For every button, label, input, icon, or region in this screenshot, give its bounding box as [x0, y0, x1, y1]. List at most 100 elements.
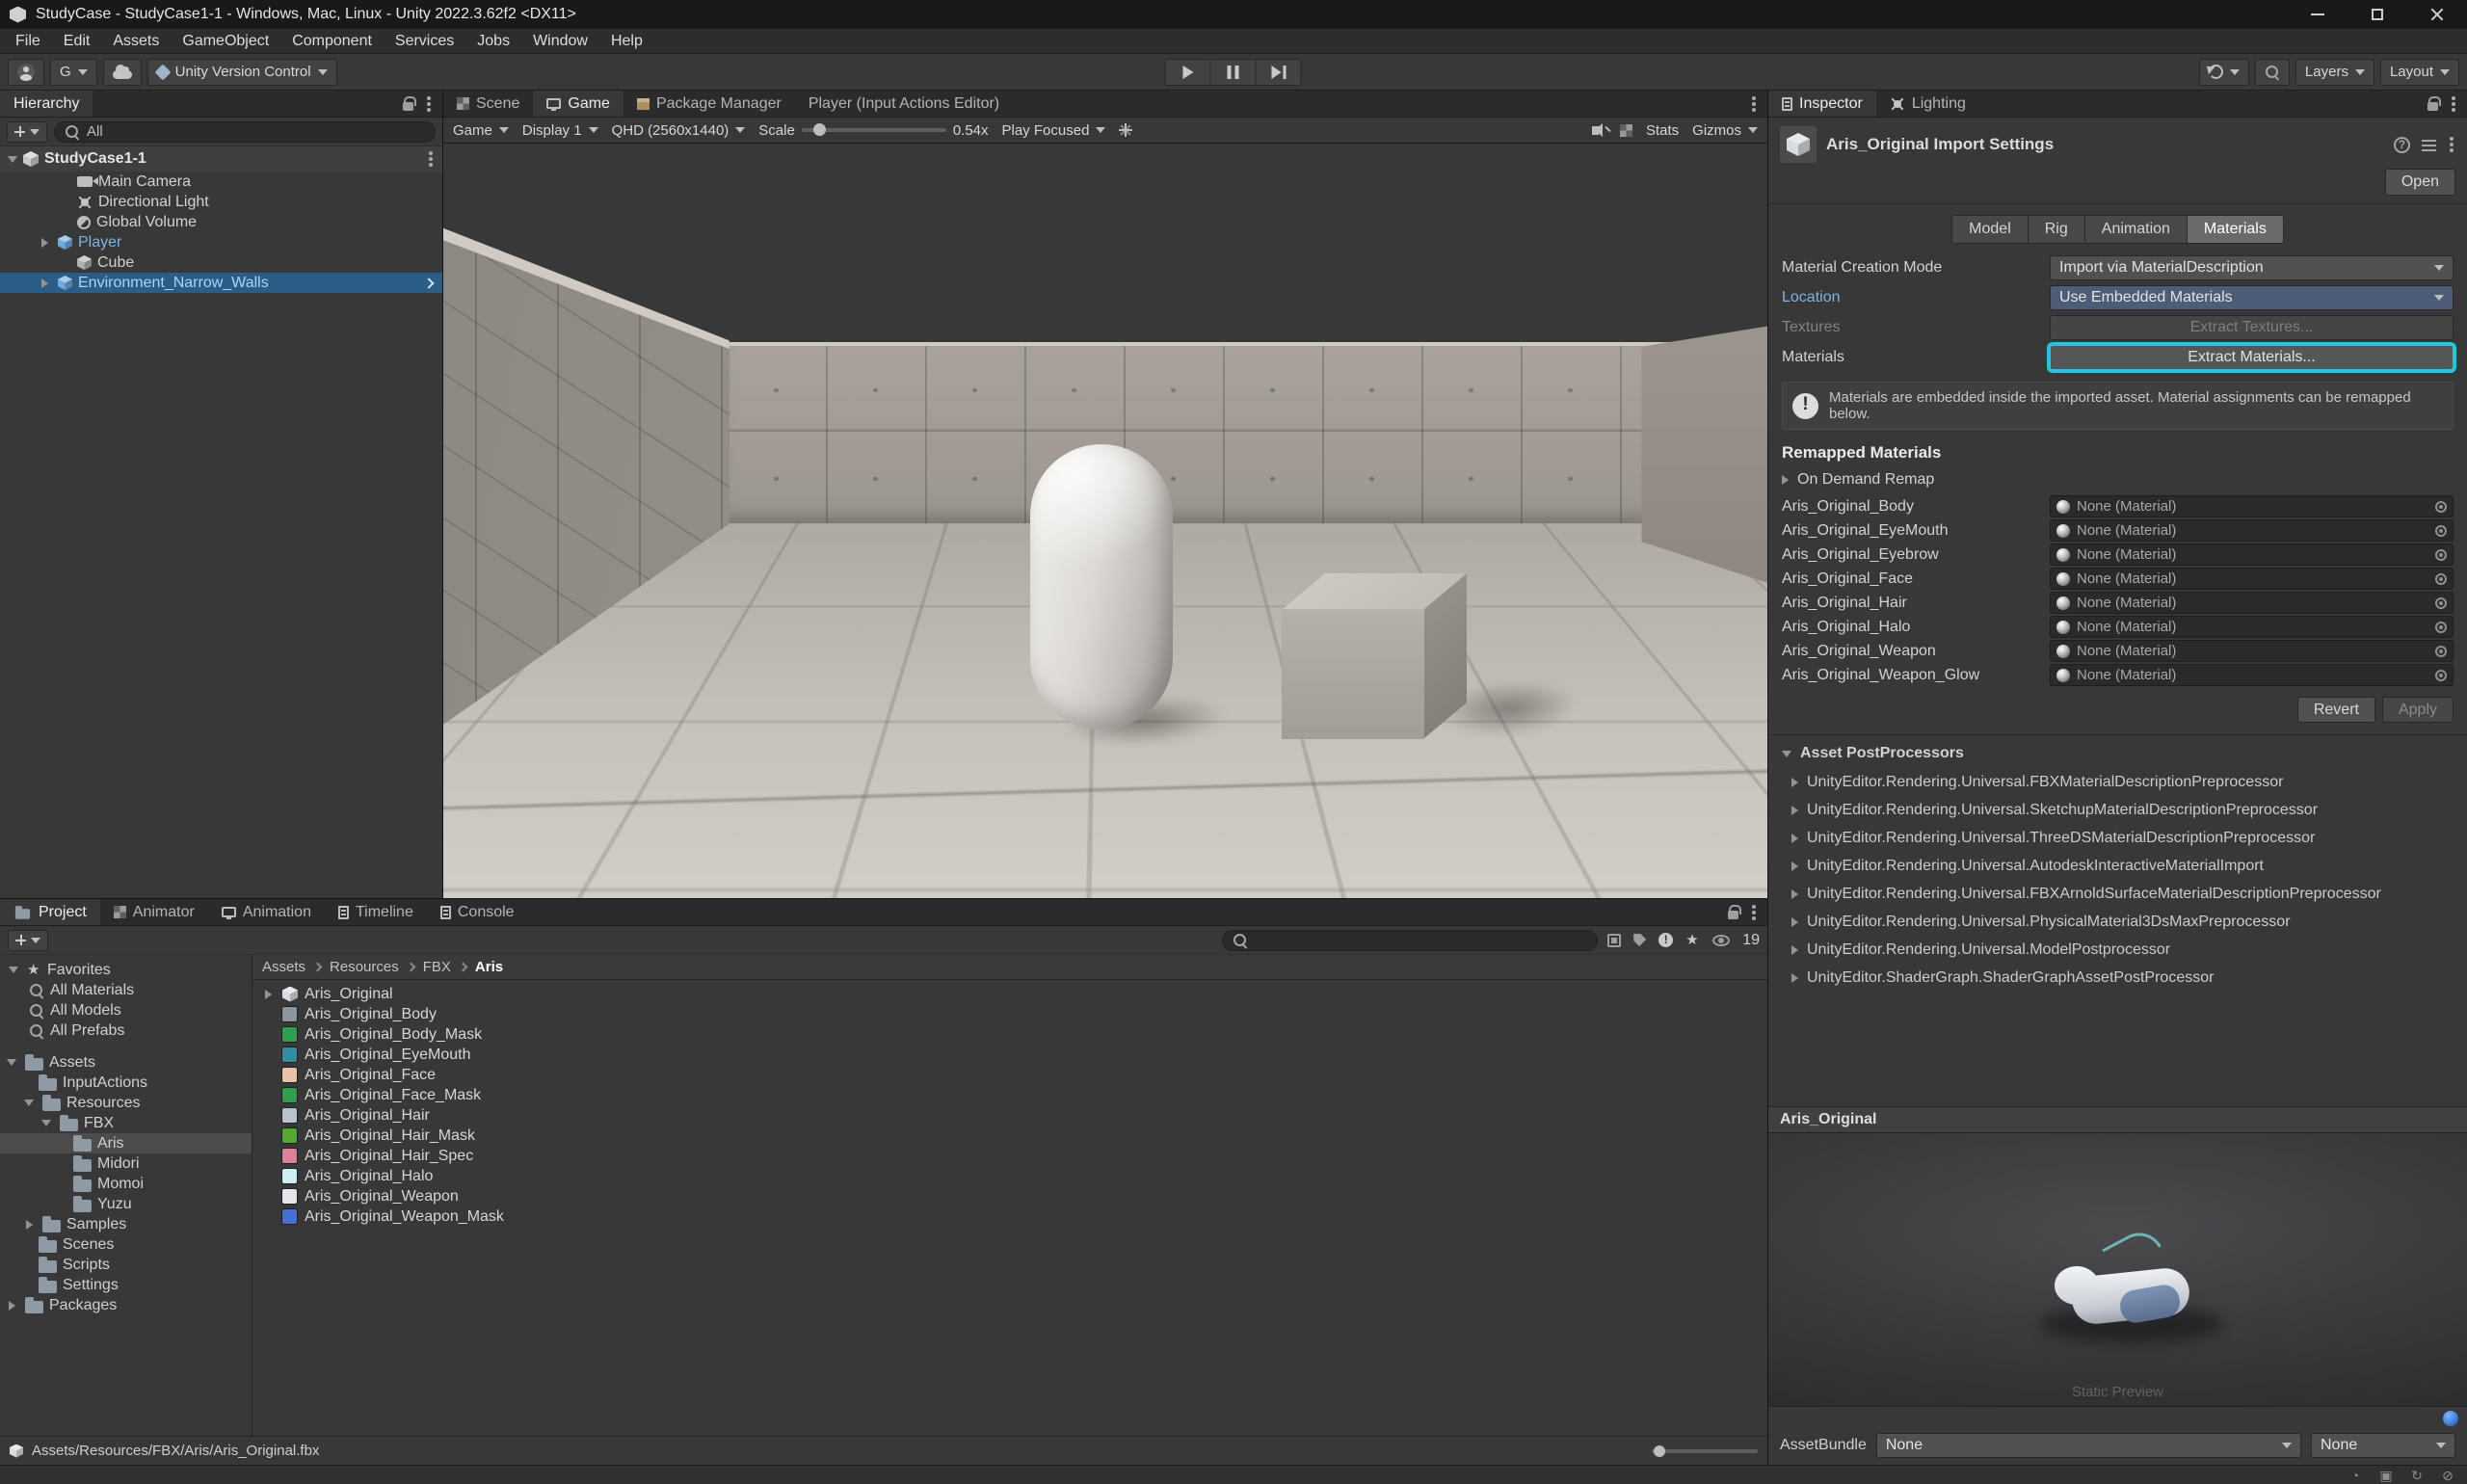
tree-item-assets[interactable]: Assets [0, 1052, 252, 1073]
cloud-org-dropdown[interactable]: G [50, 59, 97, 86]
tab-lighting[interactable]: Lighting [1876, 91, 1979, 117]
material-object-field[interactable]: None (Material) [2050, 568, 2454, 590]
postprocessor-row[interactable]: UnityEditor.Rendering.Universal.FBXMater… [1768, 768, 2467, 796]
object-picker-icon[interactable] [2435, 573, 2447, 585]
file-row[interactable]: Aris_Original_Hair_Spec [252, 1146, 1767, 1166]
expand-arrow-icon[interactable] [1791, 917, 1798, 927]
tab-rig[interactable]: Rig [2029, 215, 2085, 244]
on-demand-remap-foldout[interactable]: On Demand Remap [1768, 467, 2467, 494]
tab-materials[interactable]: Materials [2188, 215, 2284, 244]
menu-file[interactable]: File [4, 29, 52, 53]
object-picker-icon[interactable] [2435, 501, 2447, 513]
material-object-field[interactable]: None (Material) [2050, 519, 2454, 542]
tab-game[interactable]: Game [533, 91, 623, 117]
tab-animation[interactable]: Animation [2085, 215, 2188, 244]
expand-arrow-icon[interactable] [41, 278, 48, 288]
maximize-button[interactable] [2348, 0, 2407, 29]
material-object-field[interactable]: None (Material) [2050, 592, 2454, 614]
tab-player-input-actions[interactable]: Player (Input Actions Editor) [795, 91, 1013, 117]
resolution-dropdown[interactable]: QHD (2560x1440) [612, 122, 746, 139]
foldout-open-icon[interactable] [7, 1059, 16, 1066]
preview-header[interactable]: Aris_Original [1768, 1106, 2467, 1133]
breadcrumb-resources[interactable]: Resources [330, 959, 399, 975]
asset-postprocessors-foldout[interactable]: Asset PostProcessors [1768, 735, 2467, 768]
location-dropdown[interactable]: Use Embedded Materials [2050, 285, 2454, 310]
file-row[interactable]: Aris_Original_Face [252, 1065, 1767, 1085]
tab-animation[interactable]: Animation [208, 899, 325, 925]
object-picker-icon[interactable] [2435, 622, 2447, 633]
tree-item-inputactions[interactable]: InputActions [0, 1073, 252, 1093]
postprocessor-row[interactable]: UnityEditor.Rendering.Universal.Autodesk… [1768, 852, 2467, 880]
favorites-header[interactable]: Favorites [0, 960, 252, 980]
material-object-field[interactable]: None (Material) [2050, 543, 2454, 566]
material-object-field[interactable]: None (Material) [2050, 664, 2454, 686]
favorite-all-materials[interactable]: All Materials [0, 980, 252, 1000]
status-blocked-icon[interactable]: ⊘ [2440, 1468, 2455, 1483]
project-add-button[interactable] [8, 930, 48, 951]
object-picker-icon[interactable] [2435, 597, 2447, 609]
mute-audio-icon[interactable] [1592, 126, 1599, 135]
scale-slider[interactable] [802, 128, 946, 132]
expand-arrow-icon[interactable] [1791, 806, 1798, 815]
menu-component[interactable]: Component [280, 29, 384, 53]
status-refresh-icon[interactable]: ↻ [2409, 1468, 2425, 1483]
search-by-type-icon[interactable] [1607, 934, 1621, 947]
assetbundle-variant-dropdown[interactable]: None [2311, 1433, 2455, 1458]
foldout-open-icon[interactable] [41, 1120, 51, 1126]
material-object-field[interactable]: None (Material) [2050, 616, 2454, 638]
tab-inspector[interactable]: Inspector [1768, 91, 1876, 117]
tab-console[interactable]: Console [427, 899, 528, 925]
layers-dropdown[interactable]: Layers [2295, 59, 2374, 86]
tree-item-scenes[interactable]: Scenes [0, 1234, 252, 1255]
kebab-menu-icon[interactable] [429, 157, 433, 161]
hierarchy-item-main-camera[interactable]: Main Camera [0, 172, 442, 192]
menu-edit[interactable]: Edit [52, 29, 102, 53]
tree-item-yuzu[interactable]: Yuzu [0, 1194, 252, 1214]
open-prefab-arrow-icon[interactable] [423, 278, 434, 288]
close-button[interactable] [2407, 0, 2467, 29]
menu-services[interactable]: Services [384, 29, 465, 53]
display-dropdown[interactable]: Display 1 [522, 122, 598, 139]
tree-item-fbx[interactable]: FBX [0, 1113, 252, 1133]
tab-timeline[interactable]: Timeline [325, 899, 427, 925]
file-row[interactable]: Aris_Original_Weapon_Mask [252, 1206, 1767, 1227]
postprocessor-row[interactable]: UnityEditor.Rendering.Universal.Physical… [1768, 908, 2467, 936]
expand-arrow-icon[interactable] [1791, 834, 1798, 843]
menu-jobs[interactable]: Jobs [465, 29, 521, 53]
presets-icon[interactable] [2422, 139, 2436, 151]
menu-assets[interactable]: Assets [101, 29, 171, 53]
kebab-menu-icon[interactable] [427, 102, 431, 106]
tree-item-midori[interactable]: Midori [0, 1153, 252, 1174]
foldout-open-icon[interactable] [8, 156, 17, 163]
cloud-button[interactable] [103, 59, 142, 86]
vsync-icon[interactable] [1119, 123, 1132, 137]
material-object-field[interactable]: None (Material) [2050, 495, 2454, 517]
account-button[interactable] [8, 59, 44, 86]
focus-mode-dropdown[interactable]: Play Focused [1002, 122, 1106, 139]
foldout-open-icon[interactable] [1782, 751, 1791, 757]
file-row[interactable]: Aris_Original_Body [252, 1004, 1767, 1024]
status-progress-icon[interactable]: ◔ [2348, 1468, 2363, 1483]
tree-item-packages[interactable]: Packages [0, 1295, 252, 1315]
object-picker-icon[interactable] [2435, 525, 2447, 537]
alert-icon[interactable] [1658, 933, 1673, 947]
file-row[interactable]: Aris_Original_Hair [252, 1105, 1767, 1126]
lock-icon[interactable] [2427, 102, 2438, 111]
material-object-field[interactable]: None (Material) [2050, 640, 2454, 662]
breadcrumb-fbx[interactable]: FBX [423, 959, 451, 975]
assetbundle-dropdown[interactable]: None [1876, 1433, 2301, 1458]
menu-help[interactable]: Help [599, 29, 654, 53]
tree-item-aris[interactable]: Aris [0, 1133, 252, 1153]
file-row[interactable]: Aris_Original_Body_Mask [252, 1024, 1767, 1045]
expand-arrow-icon[interactable] [1791, 778, 1798, 787]
scene-header-row[interactable]: StudyCase1-1 [0, 146, 442, 172]
pause-button[interactable] [1210, 59, 1257, 86]
expand-arrow-icon[interactable] [265, 990, 272, 999]
object-picker-icon[interactable] [2435, 646, 2447, 657]
stats-button[interactable]: Stats [1646, 122, 1679, 139]
breadcrumb-aris[interactable]: Aris [475, 959, 503, 975]
window-titlebar[interactable]: StudyCase - StudyCase1-1 - Windows, Mac,… [0, 0, 2467, 29]
postprocessor-row[interactable]: UnityEditor.Rendering.Universal.ThreeDSM… [1768, 824, 2467, 852]
material-creation-mode-dropdown[interactable]: Import via MaterialDescription [2050, 255, 2454, 280]
tab-project[interactable]: Project [0, 899, 100, 925]
